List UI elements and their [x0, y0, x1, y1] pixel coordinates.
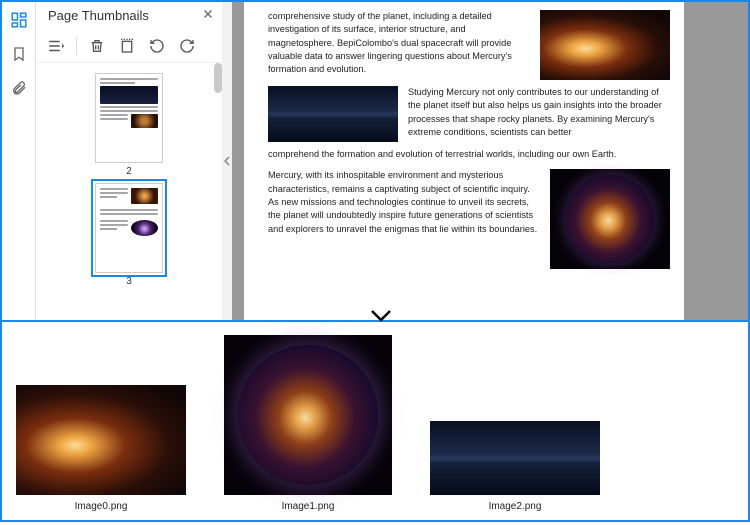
thumbnails-tab[interactable] [9, 10, 29, 30]
rotate-ccw-button[interactable] [147, 36, 167, 56]
options-dropdown[interactable] [46, 36, 66, 56]
extracted-images-panel: Image0.png Image1.png Image2.png [0, 322, 750, 522]
panel-resizer[interactable] [222, 2, 232, 320]
document-viewport[interactable]: comprehensive study of the planet, inclu… [232, 2, 748, 320]
vertical-tabs [2, 2, 36, 320]
insert-page-button[interactable] [117, 36, 137, 56]
paragraph: comprehend the formation and evolution o… [268, 148, 670, 161]
extracted-image-thumb [224, 335, 392, 495]
extracted-image-item[interactable]: Image2.png [430, 421, 600, 512]
expand-down-icon [370, 309, 392, 328]
close-panel-button[interactable] [202, 8, 214, 23]
extracted-image-item[interactable]: Image0.png [16, 385, 186, 512]
extracted-image-label: Image2.png [489, 501, 542, 512]
page-image-milkyway [268, 86, 398, 142]
main-split: Page Thumbnails [0, 0, 750, 322]
delete-page-button[interactable] [87, 36, 107, 56]
thumbnail-number: 3 [126, 276, 132, 287]
extracted-image-thumb [430, 421, 600, 495]
thumbnails-toolbar [36, 30, 222, 63]
thumbnail-page-3[interactable]: 3 [95, 183, 163, 287]
document-page: comprehensive study of the planet, inclu… [244, 2, 684, 320]
thumbnail-page-2[interactable]: 2 [95, 73, 163, 177]
toolbar-separator [76, 37, 77, 55]
extracted-image-item[interactable]: Image1.png [224, 335, 392, 512]
rotate-cw-button[interactable] [177, 36, 197, 56]
thumbnails-panel: Page Thumbnails [36, 2, 222, 320]
paragraph: comprehensive study of the planet, inclu… [268, 10, 530, 80]
thumbnail-number: 2 [126, 166, 132, 177]
page-image-nebula [540, 10, 670, 80]
paragraph: Mercury, with its inhospitable environme… [268, 169, 540, 269]
thumbnails-scrollbar[interactable] [214, 63, 222, 93]
bookmarks-tab[interactable] [9, 44, 29, 64]
page-image-sun [550, 169, 670, 269]
extracted-image-label: Image0.png [75, 501, 128, 512]
paragraph: Studying Mercury not only contributes to… [408, 86, 670, 142]
panel-title: Page Thumbnails [48, 8, 149, 23]
thumbnails-list: 2 3 [36, 63, 222, 320]
extracted-image-label: Image1.png [282, 501, 335, 512]
attachments-tab[interactable] [9, 78, 29, 98]
extracted-image-thumb [16, 385, 186, 495]
